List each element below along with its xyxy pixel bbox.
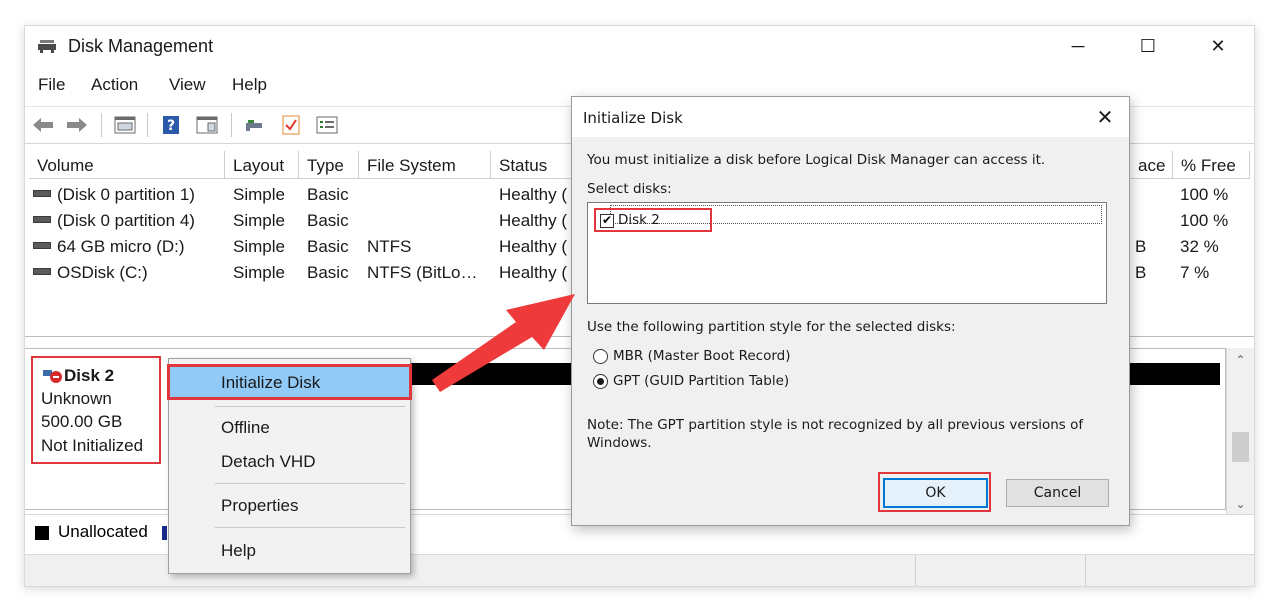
initialize-disk-dialog: Initialize Disk ✕ You must initialize a … [571,96,1130,526]
gpt-radio[interactable] [593,374,608,389]
close-button[interactable]: ✕ [1195,30,1241,62]
disk-size: 500.00 GB [41,412,123,431]
row-layout: Simple [233,263,285,282]
menu-action[interactable]: Action [91,75,138,95]
disk-name: Disk 2 [64,366,115,385]
scroll-down-icon[interactable]: ⌄ [1227,494,1254,514]
disk-2-label[interactable]: Disk 2 Unknown 500.00 GB Not Initialized [31,356,161,464]
mbr-radio[interactable] [593,349,608,364]
dialog-title-bar: Initialize Disk ✕ [572,97,1129,137]
column-free-space[interactable]: ace [1129,151,1173,179]
scroll-up-icon[interactable]: ⌃ [1227,350,1254,370]
mbr-label: MBR (Master Boot Record) [613,348,791,364]
maximize-button[interactable]: ☐ [1125,30,1171,62]
detail-view-icon[interactable] [195,114,219,136]
forward-arrow-icon[interactable] [65,114,89,136]
checklist-icon[interactable] [279,114,303,136]
connect-icon[interactable] [243,114,267,136]
scroll-thumb[interactable] [1232,432,1249,462]
minimize-button[interactable]: ─ [1055,30,1101,62]
menu-detach-vhd[interactable]: Detach VHD [169,445,410,477]
row-free-space: B [1135,237,1147,256]
row-status: Healthy ( [499,237,568,256]
cancel-button[interactable]: Cancel [1006,479,1109,507]
title-bar: Disk Management ─ ☐ ✕ [25,26,1254,66]
column-percent-free[interactable]: % Free [1173,151,1250,179]
row-free-space: B [1135,263,1147,282]
disk-2-list-item[interactable]: ✔ Disk 2 [594,208,712,232]
row-status: Healthy ( [499,263,568,282]
window-title: Disk Management [68,36,214,56]
back-arrow-icon[interactable] [31,114,55,136]
row-type: Basic [307,237,349,256]
row-percent-free: 7 % [1180,263,1210,282]
row-percent-free: 100 % [1180,185,1229,204]
gpt-label: GPT (GUID Partition Table) [613,373,790,389]
column-layout[interactable]: Layout [225,151,299,179]
menu-bar: File Action View Help [25,72,1254,98]
row-type: Basic [307,211,349,230]
partition-style-label: Use the following partition style for th… [587,319,956,335]
menu-help-item[interactable]: Help [169,534,410,566]
column-status[interactable]: Status [491,151,581,179]
menu-properties[interactable]: Properties [169,489,410,521]
disk-select-list[interactable]: ✔ Disk 2 [587,202,1107,304]
ok-button[interactable]: OK [883,478,988,508]
dialog-close-icon[interactable]: ✕ [1091,103,1119,131]
disk-2-checkbox[interactable]: ✔ [600,214,614,228]
table-row[interactable]: OSDisk (C:) [33,263,148,283]
menu-initialize-disk[interactable]: Initialize Disk [167,364,412,400]
vertical-scrollbar[interactable]: ⌃ ⌄ [1226,348,1254,514]
disk-kind: Unknown [41,389,112,408]
drive-icon [33,216,51,224]
column-type[interactable]: Type [299,151,359,179]
row-status: Healthy ( [499,211,568,230]
help-icon[interactable]: ? [159,114,183,136]
disk-management-icon [38,40,56,53]
gpt-note-line-2: Windows. [587,435,652,451]
legend-unallocated: Unallocated [58,522,148,541]
row-status: Healthy ( [499,185,568,204]
row-layout: Simple [233,185,285,204]
menu-offline[interactable]: Offline [169,411,410,443]
properties-list-icon[interactable] [315,114,339,136]
disk-error-icon [43,370,62,383]
menu-file[interactable]: File [38,75,65,95]
row-file-system: NTFS [367,237,412,256]
row-layout: Simple [233,211,285,230]
row-file-system: NTFS (BitLo… [367,263,478,282]
console-tree-icon[interactable] [113,114,137,136]
menu-view[interactable]: View [169,75,206,95]
drive-icon [33,242,51,250]
row-percent-free: 32 % [1180,237,1219,256]
svg-text:?: ? [167,118,175,134]
column-file-system[interactable]: File System [359,151,491,179]
disk-2-list-label: Disk 2 [618,212,660,228]
drive-icon [33,268,51,276]
gpt-note-line-1: Note: The GPT partition style is not rec… [587,417,1084,433]
dialog-intro: You must initialize a disk before Logica… [587,152,1046,168]
row-percent-free: 100 % [1180,211,1229,230]
unallocated-swatch [35,526,49,540]
primary-partition-swatch [162,526,167,540]
table-row[interactable]: (Disk 0 partition 1) [33,185,195,205]
select-disks-label: Select disks: [587,181,672,197]
disk-state: Not Initialized [41,436,144,455]
dialog-title: Initialize Disk [583,109,683,127]
disk-context-menu: Initialize Disk Offline Detach VHD Prope… [167,358,412,574]
table-row[interactable]: (Disk 0 partition 4) [33,211,195,231]
column-volume[interactable]: Volume [29,151,225,179]
row-layout: Simple [233,237,285,256]
drive-icon [33,190,51,198]
row-type: Basic [307,263,349,282]
table-row[interactable]: 64 GB micro (D:) [33,237,185,257]
row-type: Basic [307,185,349,204]
menu-help[interactable]: Help [232,75,267,95]
